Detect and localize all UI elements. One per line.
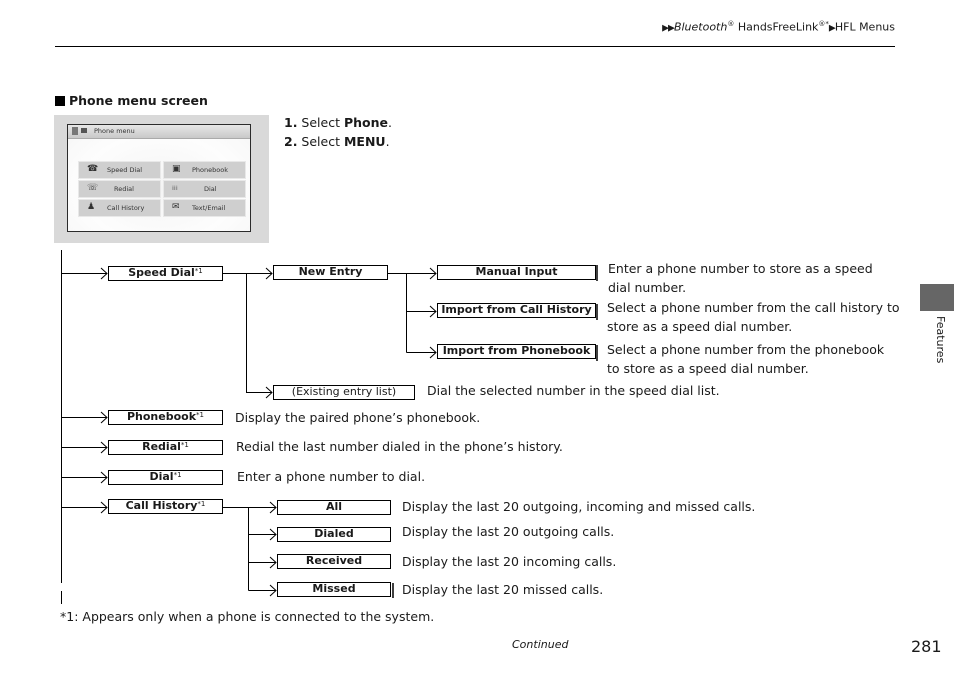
branch-arrow xyxy=(248,584,277,597)
node-all: All xyxy=(277,500,391,515)
desc-dialed: Display the last 20 outgoing calls. xyxy=(402,524,615,539)
desc-missed: Display the last 20 missed calls. xyxy=(402,582,604,597)
branch-arrow xyxy=(248,556,277,569)
branch-arrow xyxy=(61,501,108,514)
branch-arrow xyxy=(61,267,108,280)
branch-arrow xyxy=(61,471,108,484)
desc-phonebook: Display the paired phone’s phonebook. xyxy=(235,410,481,425)
menu-tree-connectors xyxy=(61,250,598,604)
page-number: 281 xyxy=(911,637,942,656)
desc-import-call-history: Select a phone number from the call hist… xyxy=(607,300,900,334)
node-dial: Dial*1 xyxy=(108,470,223,485)
branch-arrow xyxy=(406,305,437,318)
node-new-entry: New Entry xyxy=(273,265,388,280)
node-speed-dial: Speed Dial*1 xyxy=(108,266,223,281)
node-missed: Missed xyxy=(277,582,391,597)
node-call-history: Call History*1 xyxy=(108,499,223,514)
branch-arrow xyxy=(248,528,277,541)
node-phonebook: Phonebook*1 xyxy=(108,410,223,425)
node-import-call-history: Import from Call History xyxy=(437,303,596,318)
desc-import-phonebook: Select a phone number from the phonebook… xyxy=(607,342,885,376)
node-import-phonebook: Import from Phonebook xyxy=(437,344,596,359)
branch-arrow xyxy=(387,267,437,280)
section-tab-label[interactable]: Features xyxy=(934,316,947,363)
node-received: Received xyxy=(277,554,391,569)
node-manual-input: Manual Input xyxy=(437,265,596,280)
branch-arrow xyxy=(61,411,108,424)
node-redial: Redial*1 xyxy=(108,440,223,455)
branch-arrow xyxy=(406,346,437,359)
section-tab-marker xyxy=(920,284,954,311)
node-dialed: Dialed xyxy=(277,527,391,542)
desc-manual-input: Enter a phone number to store as a speed… xyxy=(608,261,873,295)
desc-redial: Redial the last number dialed in the pho… xyxy=(236,439,563,454)
continued-label: Continued xyxy=(512,638,569,651)
desc-all: Display the last 20 outgoing, incoming a… xyxy=(402,499,756,514)
branch-arrow xyxy=(246,273,273,399)
desc-dial: Enter a phone number to dial. xyxy=(237,469,426,484)
branch-arrow xyxy=(61,441,108,454)
desc-existing-entry-list: Dial the selected number in the speed di… xyxy=(427,383,720,398)
desc-received: Display the last 20 incoming calls. xyxy=(402,554,617,569)
footnote: *1: Appears only when a phone is connect… xyxy=(60,609,435,624)
node-existing-entry-list: (Existing entry list) xyxy=(273,385,415,400)
